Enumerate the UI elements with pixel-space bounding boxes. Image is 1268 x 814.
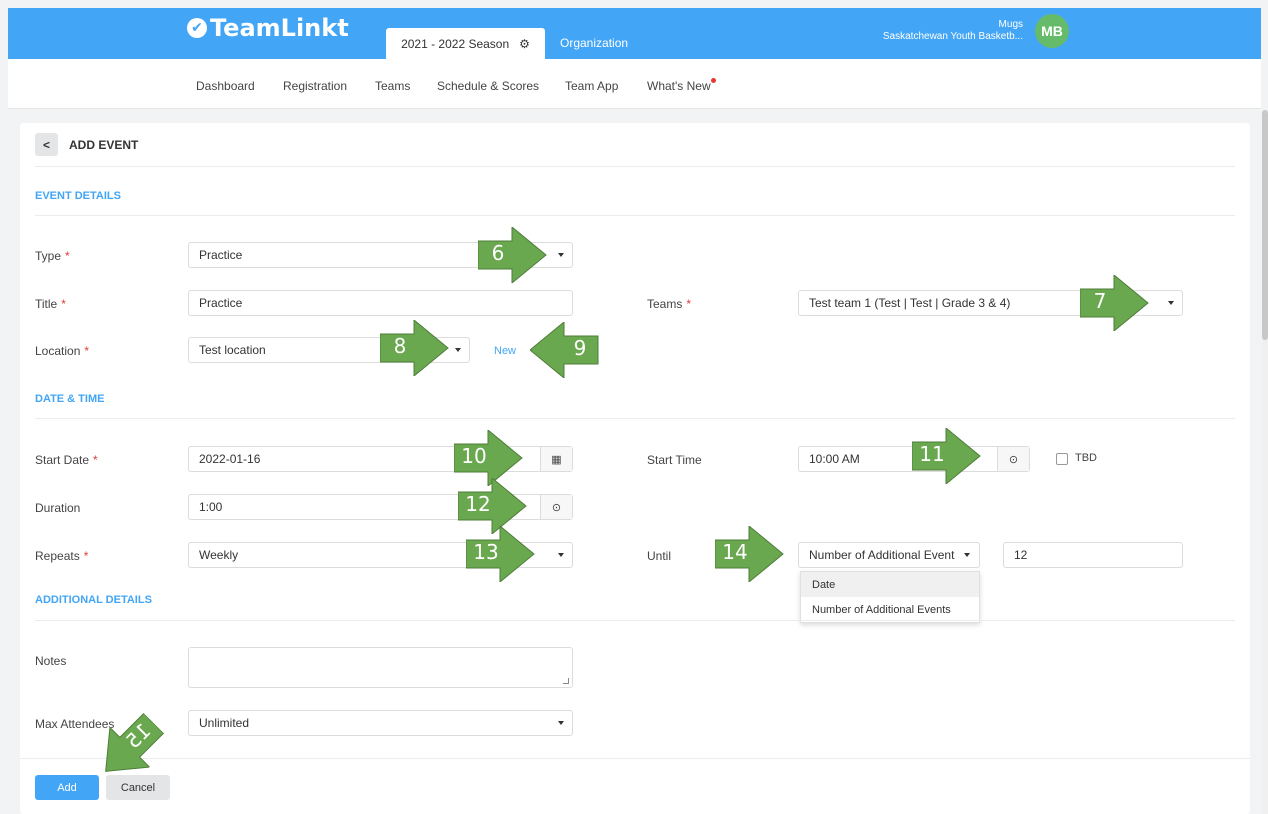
annotation-arrow-8: 8 [380, 320, 450, 376]
divider [35, 215, 1235, 216]
nav-schedule-scores[interactable]: Schedule & Scores [437, 79, 539, 93]
title-label: Title * [35, 297, 66, 311]
season-tab[interactable]: 2021 - 2022 Season ⚙ [386, 28, 545, 59]
tbd-checkbox[interactable] [1056, 453, 1068, 465]
until-select[interactable]: Number of Additional Event [798, 542, 980, 568]
location-value: Test location [199, 343, 266, 357]
repeats-value: Weekly [199, 548, 239, 562]
nav-teams[interactable]: Teams [375, 79, 410, 93]
tbd-label: TBD [1075, 452, 1097, 464]
section-event-details: EVENT DETAILS [35, 190, 121, 202]
organization-tab[interactable]: Organization [560, 36, 628, 50]
annotation-arrow-14: 14 [715, 526, 785, 582]
chevron-down-icon [558, 553, 564, 557]
max-attendees-label: Max Attendees [35, 717, 115, 731]
page-scrollbar[interactable] [1262, 110, 1268, 814]
divider [35, 620, 1235, 621]
max-attendees-select[interactable]: Unlimited [188, 710, 573, 736]
annotation-arrow-13: 13 [466, 526, 536, 582]
page-title: ADD EVENT [69, 138, 139, 152]
notes-textarea[interactable] [188, 647, 573, 688]
type-value: Practice [199, 248, 243, 262]
type-label: Type * [35, 249, 70, 263]
section-additional-details: ADDITIONAL DETAILS [35, 594, 152, 606]
divider [35, 418, 1235, 419]
new-location-link[interactable]: New [494, 345, 516, 357]
user-organization: Saskatchewan Youth Basketb... [882, 31, 1023, 42]
add-event-card: < ADD EVENT EVENT DETAILS Type * Practice… [20, 123, 1250, 814]
duration-value: 1:00 [199, 500, 223, 514]
duration-label: Duration [35, 501, 81, 515]
annotation-arrow-6: 6 [478, 227, 548, 283]
annotation-arrow-9: 9 [530, 322, 600, 378]
teamlinkt-logo[interactable]: ✔ TeamLinkt [187, 14, 349, 42]
chevron-down-icon [964, 553, 970, 557]
gear-icon[interactable]: ⚙ [519, 37, 530, 51]
chevron-down-icon [558, 721, 564, 725]
start-date-label: Start Date * [35, 453, 98, 467]
clock-icon[interactable]: ⊙ [540, 495, 572, 519]
until-option-number[interactable]: Number of Additional Events [801, 597, 979, 622]
add-button[interactable]: Add [35, 775, 99, 800]
until-count-value: 12 [1014, 548, 1028, 562]
logo-text: TeamLinkt [210, 14, 349, 42]
notes-label: Notes [35, 654, 67, 668]
nav-dashboard[interactable]: Dashboard [196, 79, 255, 93]
until-label: Until [647, 549, 672, 563]
resize-handle-icon[interactable] [563, 678, 569, 684]
teams-value: Test team 1 (Test | Test | Grade 3 & 4) [809, 296, 1011, 310]
divider [35, 166, 1235, 167]
until-value: Number of Additional Event [809, 548, 955, 562]
user-info[interactable]: Mugs Saskatchewan Youth Basketb... [863, 19, 1023, 43]
nav-whats-new[interactable]: What's New [647, 79, 711, 93]
scrollbar-thumb[interactable] [1262, 110, 1268, 340]
teams-label: Teams * [647, 297, 692, 311]
location-label: Location * [35, 344, 90, 358]
title-input[interactable]: Practice [188, 290, 573, 316]
section-date-time: DATE & TIME [35, 393, 105, 405]
chevron-down-icon [455, 348, 461, 352]
start-date-value: 2022-01-16 [199, 452, 261, 466]
annotation-arrow-7: 7 [1080, 275, 1150, 331]
avatar[interactable]: MB [1035, 14, 1069, 48]
divider [20, 758, 1250, 759]
clock-icon[interactable]: ⊙ [997, 447, 1029, 471]
until-option-date[interactable]: Date [801, 572, 979, 597]
season-tab-label: 2021 - 2022 Season [401, 36, 510, 51]
annotation-arrow-11: 11 [912, 428, 982, 484]
check-logo-icon: ✔ [187, 18, 207, 38]
max-attendees-value: Unlimited [199, 716, 250, 730]
repeats-label: Repeats * [35, 549, 89, 563]
nav-team-app[interactable]: Team App [565, 79, 618, 93]
back-button[interactable]: < [35, 133, 58, 156]
nav-registration[interactable]: Registration [283, 79, 347, 93]
chevron-down-icon [1168, 301, 1174, 305]
chevron-down-icon [558, 253, 564, 257]
user-name: Mugs [998, 19, 1023, 30]
until-dropdown-menu: Date Number of Additional Events [800, 571, 980, 623]
until-count-input[interactable]: 12 [1003, 542, 1183, 568]
start-time-value: 10:00 AM [809, 452, 860, 466]
calendar-icon[interactable]: ▦ [540, 447, 572, 471]
notification-dot [711, 78, 716, 83]
title-value: Practice [199, 296, 243, 310]
start-time-label: Start Time [647, 453, 702, 467]
